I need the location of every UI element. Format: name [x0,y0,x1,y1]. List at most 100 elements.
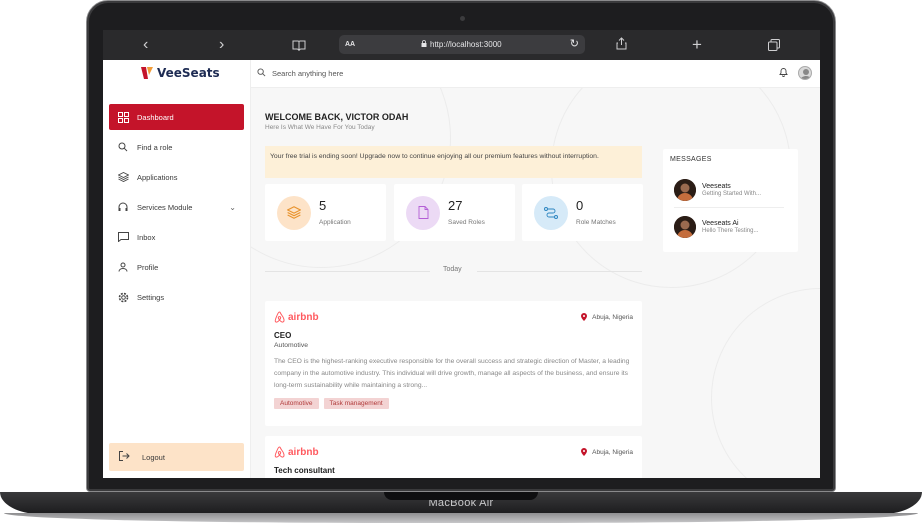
avatar [674,216,696,238]
message-item[interactable]: Veeseats Getting Started With... [674,179,761,201]
company-name: airbnb [288,311,319,323]
stat-value: 5 [319,198,327,213]
message-sender: Veeseats [702,183,731,190]
stat-value: 0 [576,198,584,213]
divider-line [265,271,430,272]
macbook-mockup: ‹ › AA http://localhost:3000 ↻ + VeeSeat… [0,0,922,530]
job-title: CEO [274,331,292,340]
message-item[interactable]: Veeseats Ai Hello There Testing... [674,216,758,238]
sidebar-item-label: Profile [137,262,159,272]
date-label: Today [443,266,462,273]
lock-icon [421,40,427,47]
search-icon [257,68,266,79]
dashboard-icon [117,111,129,123]
forward-icon[interactable]: › [219,36,224,54]
laptop-hinge-notch [384,492,538,500]
text-size-button[interactable]: AA [345,41,355,48]
sidebar-item-label: Services Module [137,202,193,212]
message-sender: Veeseats Ai [702,220,739,227]
sidebar-item-applications[interactable]: Applications [109,164,244,190]
chevron-down-icon[interactable]: ⌄ [229,203,236,212]
location-pin-icon [581,313,588,321]
logout-button[interactable]: Logout [109,443,244,471]
screen: ‹ › AA http://localhost:3000 ↻ + VeeSeat… [103,30,820,478]
sidebar-nav: Dashboard Find a role Applications Servi… [109,104,244,314]
location-text: Abuja, Nigeria [592,313,633,321]
back-icon[interactable]: ‹ [143,36,148,54]
divider-line [477,271,642,272]
reader-icon[interactable] [292,38,306,56]
share-icon[interactable] [616,37,627,55]
main-content: WELCOME BACK, VICTOR ODAH Here Is What W… [251,88,820,478]
laptop-foot [4,513,918,523]
stat-label: Application [319,219,351,226]
feed-date-divider: Today [265,266,642,276]
page-subtitle: Here Is What We Have For You Today [265,124,375,131]
logout-label: Logout [142,452,165,462]
file-icon [406,195,440,230]
job-location: Abuja, Nigeria [581,313,633,321]
reload-icon[interactable]: ↻ [570,37,579,50]
sidebar-item-dashboard[interactable]: Dashboard [109,104,244,130]
layers-icon [277,195,311,230]
layers-icon [117,171,129,183]
logo-mark-icon [141,67,153,79]
logo[interactable]: VeeSeats [141,66,220,80]
sidebar-item-settings[interactable]: Settings [109,284,244,310]
messages-title: MESSAGES [670,156,712,163]
avatar[interactable] [798,66,812,80]
company-logo: airbnb [274,446,633,458]
stat-card-role-matches[interactable]: 0 Role Matches [522,184,643,241]
tag[interactable]: Automotive [274,398,319,409]
sidebar-item-label: Settings [137,292,165,302]
stat-card-saved-roles[interactable]: 27 Saved Roles [394,184,515,241]
sidebar-item-find-role[interactable]: Find a role [109,134,244,160]
job-tags: Automotive Task management [274,398,633,409]
browser-toolbar: ‹ › AA http://localhost:3000 ↻ + [103,30,820,60]
job-card[interactable]: airbnb Abuja, Nigeria CEO Automotive The… [265,301,642,426]
stat-label: Role Matches [576,219,616,226]
messages-panel: MESSAGES Veeseats Getting Started With..… [663,149,798,252]
job-title: Tech consultant [274,466,335,475]
location-pin-icon [581,448,588,456]
stat-label: Saved Roles [448,219,485,226]
address-bar[interactable]: AA http://localhost:3000 ↻ [339,35,585,54]
sidebar-item-label: Find a role [137,142,173,152]
job-location: Abuja, Nigeria [581,448,633,456]
company-name: airbnb [288,446,319,458]
headset-icon [117,201,129,213]
route-icon [534,195,568,230]
tag[interactable]: Task management [323,398,389,409]
url-text: http://localhost:3000 [430,40,502,49]
sidebar-item-services-module[interactable]: Services Module ⌄ [109,194,244,220]
app: VeeSeats Dashboard Find a role Applicati… [103,60,820,478]
sidebar-item-inbox[interactable]: Inbox [109,224,244,250]
new-tab-icon[interactable]: + [692,35,702,55]
brand-name: VeeSeats [157,66,220,80]
message-preview: Getting Started With... [702,191,762,197]
search-input[interactable]: Search anything here [257,68,343,79]
topbar: Search anything here [251,60,820,88]
logout-icon [119,450,130,464]
divider [674,207,784,208]
search-icon [117,141,129,153]
company-logo: airbnb [274,311,633,323]
sidebar-item-profile[interactable]: Profile [109,254,244,280]
background-decoration [711,288,820,478]
user-icon [117,261,129,273]
sidebar: VeeSeats Dashboard Find a role Applicati… [103,60,251,478]
inbox-icon [117,231,129,243]
stat-value: 27 [448,198,463,213]
bell-icon[interactable] [779,67,788,80]
tabs-overview-icon[interactable] [768,38,780,56]
airbnb-icon [274,446,285,458]
camera-dot [460,16,465,21]
gear-icon [117,291,129,303]
job-card[interactable]: airbnb Abuja, Nigeria Tech consultant [265,436,642,478]
stat-card-applications[interactable]: 5 Application [265,184,386,241]
job-category: Automotive [274,342,309,349]
trial-banner: Your free trial is ending soon! Upgrade … [265,146,642,178]
message-preview: Hello There Testing... [702,228,759,234]
airbnb-icon [274,311,285,323]
sidebar-item-label: Dashboard [137,112,174,122]
